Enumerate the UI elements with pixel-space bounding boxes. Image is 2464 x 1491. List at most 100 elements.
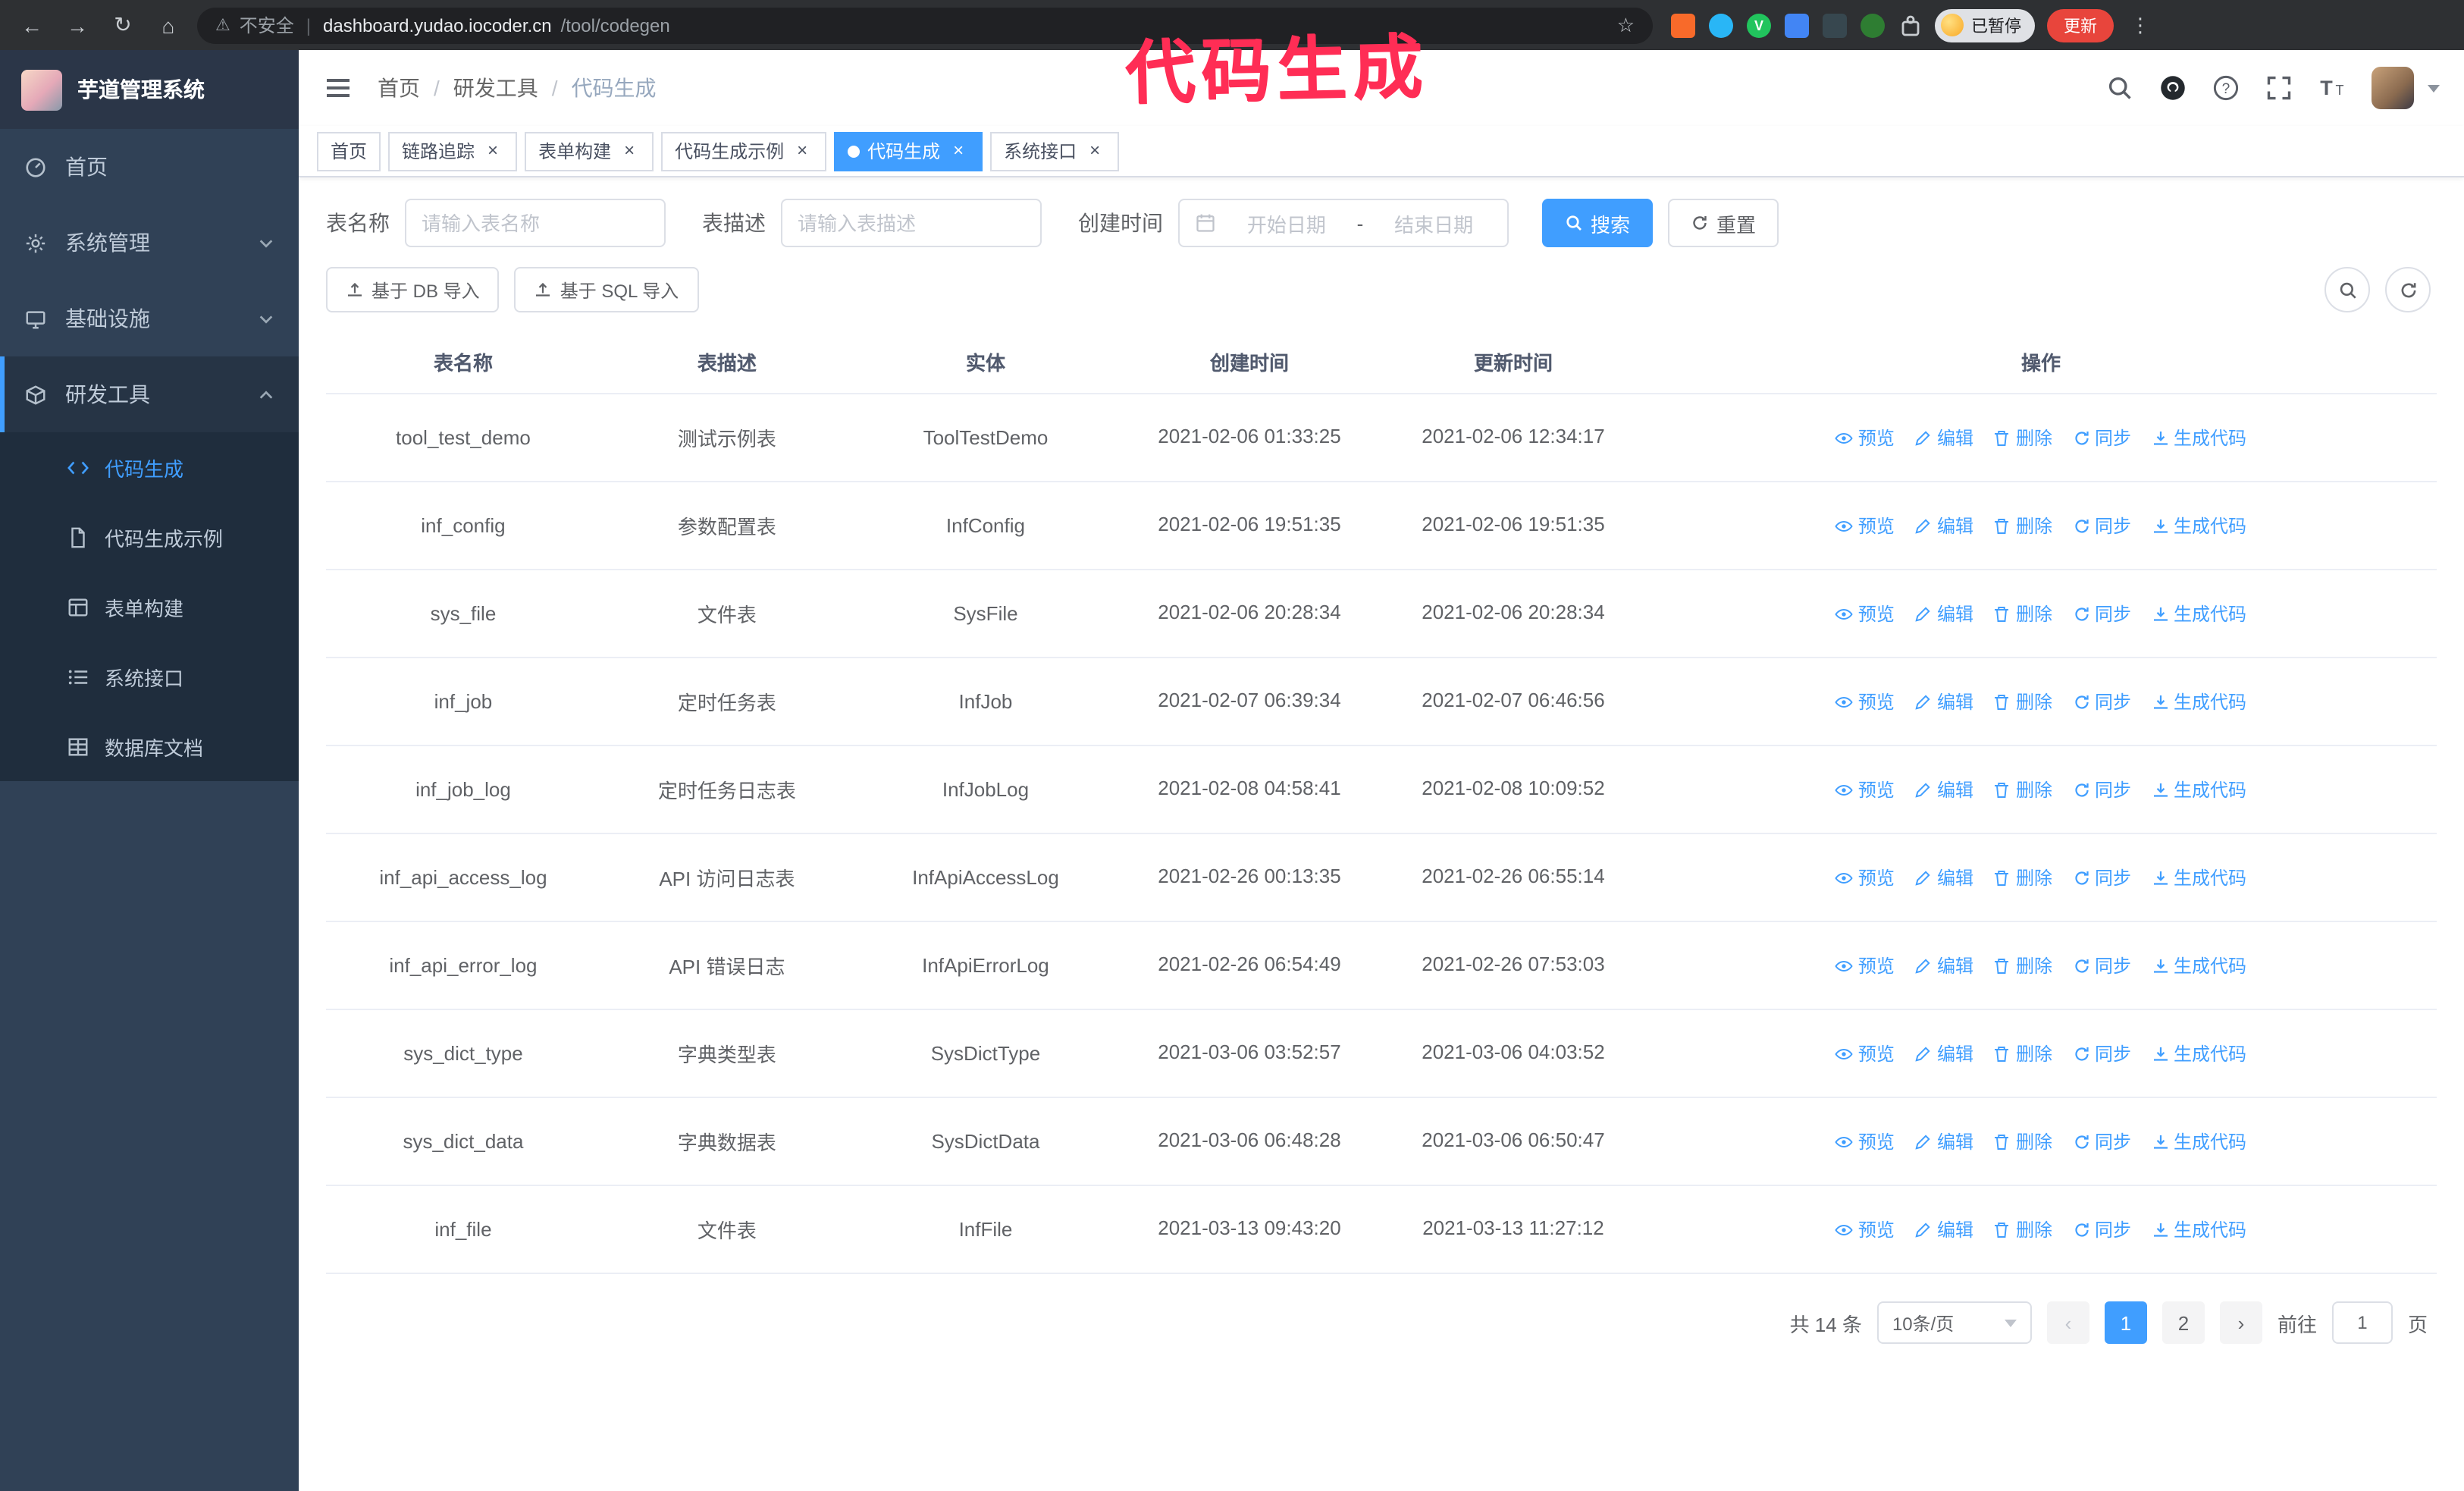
delete-link[interactable]: 删除 bbox=[1993, 865, 2052, 890]
tab-close-icon[interactable]: × bbox=[482, 140, 503, 162]
sync-link[interactable]: 同步 bbox=[2072, 777, 2131, 802]
sidebar-item-infra[interactable]: 基础设施 bbox=[0, 281, 299, 356]
prev-page-button[interactable]: ‹ bbox=[2046, 1301, 2089, 1344]
edit-link[interactable]: 编辑 bbox=[1914, 425, 1973, 450]
extensions-puzzle-icon[interactable] bbox=[1898, 13, 1923, 37]
sync-link[interactable]: 同步 bbox=[2072, 1041, 2131, 1066]
preview-link[interactable]: 预览 bbox=[1835, 689, 1895, 714]
help-icon[interactable]: ? bbox=[2212, 74, 2240, 102]
preview-link[interactable]: 预览 bbox=[1835, 425, 1895, 450]
generate-code-link[interactable]: 生成代码 bbox=[2151, 1216, 2246, 1242]
search-icon[interactable] bbox=[2106, 74, 2133, 102]
browser-menu-icon[interactable]: ⋮ bbox=[2126, 13, 2155, 37]
delete-link[interactable]: 删除 bbox=[1993, 1041, 2052, 1066]
preview-link[interactable]: 预览 bbox=[1835, 777, 1895, 802]
edit-link[interactable]: 编辑 bbox=[1914, 1128, 1973, 1154]
refresh-table-button[interactable] bbox=[2385, 267, 2431, 312]
view-tab[interactable]: 代码生成 × bbox=[834, 131, 983, 171]
generate-code-link[interactable]: 生成代码 bbox=[2151, 601, 2246, 626]
sidebar-item-form-builder[interactable]: 表单构建 bbox=[0, 572, 299, 642]
back-icon[interactable]: ← bbox=[15, 8, 49, 42]
delete-link[interactable]: 删除 bbox=[1993, 777, 2052, 802]
preview-link[interactable]: 预览 bbox=[1835, 513, 1895, 538]
tab-close-icon[interactable]: × bbox=[1084, 140, 1105, 162]
tab-close-icon[interactable]: × bbox=[619, 140, 640, 162]
preview-link[interactable]: 预览 bbox=[1835, 953, 1895, 978]
extension-icon[interactable] bbox=[1823, 13, 1847, 37]
sidebar-item-codegen-example[interactable]: 代码生成示例 bbox=[0, 502, 299, 572]
date-end-placeholder[interactable]: 结束日期 bbox=[1375, 209, 1492, 237]
sidebar-item-devtools[interactable]: 研发工具 bbox=[0, 356, 299, 432]
generate-code-link[interactable]: 生成代码 bbox=[2151, 1128, 2246, 1154]
breadcrumb-home[interactable]: 首页 bbox=[378, 73, 420, 103]
view-tab[interactable]: 表单构建 × bbox=[525, 131, 654, 171]
preview-link[interactable]: 预览 bbox=[1835, 1128, 1895, 1154]
sync-link[interactable]: 同步 bbox=[2072, 689, 2131, 714]
view-tab[interactable]: 首页 bbox=[317, 131, 381, 171]
preview-link[interactable]: 预览 bbox=[1835, 1041, 1895, 1066]
sidebar-item-api[interactable]: 系统接口 bbox=[0, 642, 299, 711]
search-button[interactable]: 搜索 bbox=[1542, 199, 1654, 247]
edit-link[interactable]: 编辑 bbox=[1914, 689, 1973, 714]
sidebar-item-codegen[interactable]: 代码生成 bbox=[0, 432, 299, 502]
generate-code-link[interactable]: 生成代码 bbox=[2151, 1041, 2246, 1066]
generate-code-link[interactable]: 生成代码 bbox=[2151, 689, 2246, 714]
address-bar[interactable]: ⚠ 不安全 | dashboard.yudao.iocoder.cn /tool… bbox=[197, 7, 1653, 43]
view-tab[interactable]: 系统接口 × bbox=[990, 131, 1120, 171]
generate-code-link[interactable]: 生成代码 bbox=[2151, 513, 2246, 538]
fullscreen-icon[interactable] bbox=[2265, 74, 2293, 102]
generate-code-link[interactable]: 生成代码 bbox=[2151, 953, 2246, 978]
security-label[interactable]: 不安全 bbox=[240, 12, 294, 38]
preview-link[interactable]: 预览 bbox=[1835, 865, 1895, 890]
delete-link[interactable]: 删除 bbox=[1993, 1216, 2052, 1242]
view-tab[interactable]: 代码生成示例 × bbox=[661, 131, 827, 171]
delete-link[interactable]: 删除 bbox=[1993, 425, 2052, 450]
github-icon[interactable] bbox=[2159, 74, 2187, 102]
reset-button[interactable]: 重置 bbox=[1668, 199, 1779, 247]
sync-link[interactable]: 同步 bbox=[2072, 1216, 2131, 1242]
delete-link[interactable]: 删除 bbox=[1993, 689, 2052, 714]
bookmark-star-icon[interactable]: ☆ bbox=[1617, 13, 1635, 37]
import-sql-button[interactable]: 基于 SQL 导入 bbox=[514, 267, 699, 312]
sidebar-logo[interactable]: 芋道管理系统 bbox=[0, 50, 299, 129]
sync-link[interactable]: 同步 bbox=[2072, 425, 2131, 450]
delete-link[interactable]: 删除 bbox=[1993, 513, 2052, 538]
sync-link[interactable]: 同步 bbox=[2072, 1128, 2131, 1154]
edit-link[interactable]: 编辑 bbox=[1914, 777, 1973, 802]
table-name-input[interactable] bbox=[405, 199, 666, 247]
tab-close-icon[interactable]: × bbox=[948, 140, 969, 162]
delete-link[interactable]: 删除 bbox=[1993, 953, 2052, 978]
page-size-select[interactable]: 10条/页 bbox=[1876, 1301, 2032, 1344]
edit-link[interactable]: 编辑 bbox=[1914, 865, 1973, 890]
breadcrumb-devtools[interactable]: 研发工具 bbox=[453, 73, 538, 103]
date-start-placeholder[interactable]: 开始日期 bbox=[1228, 209, 1345, 237]
sidebar-item-db-doc[interactable]: 数据库文档 bbox=[0, 711, 299, 781]
view-tab[interactable]: 链路追踪 × bbox=[388, 131, 518, 171]
sync-link[interactable]: 同步 bbox=[2072, 865, 2131, 890]
sync-link[interactable]: 同步 bbox=[2072, 513, 2131, 538]
sync-link[interactable]: 同步 bbox=[2072, 601, 2131, 626]
generate-code-link[interactable]: 生成代码 bbox=[2151, 777, 2246, 802]
edit-link[interactable]: 编辑 bbox=[1914, 1216, 1973, 1242]
extension-icon[interactable] bbox=[1671, 13, 1695, 37]
extension-icon[interactable] bbox=[1709, 13, 1733, 37]
edit-link[interactable]: 编辑 bbox=[1914, 1041, 1973, 1066]
forward-icon[interactable]: → bbox=[61, 8, 94, 42]
delete-link[interactable]: 删除 bbox=[1993, 1128, 2052, 1154]
browser-update-button[interactable]: 更新 bbox=[2047, 8, 2114, 42]
import-db-button[interactable]: 基于 DB 导入 bbox=[326, 267, 500, 312]
delete-link[interactable]: 删除 bbox=[1993, 601, 2052, 626]
extension-icon[interactable]: V bbox=[1747, 13, 1771, 37]
extension-icon[interactable] bbox=[1785, 13, 1809, 37]
user-avatar[interactable] bbox=[2372, 67, 2414, 109]
home-icon[interactable]: ⌂ bbox=[152, 8, 185, 42]
goto-page-input[interactable] bbox=[2331, 1301, 2393, 1344]
generate-code-link[interactable]: 生成代码 bbox=[2151, 865, 2246, 890]
avatar-dropdown-caret-icon[interactable] bbox=[2428, 84, 2440, 92]
tab-close-icon[interactable]: × bbox=[792, 140, 813, 162]
sidebar-item-system[interactable]: 系统管理 bbox=[0, 205, 299, 281]
table-desc-input[interactable] bbox=[781, 199, 1042, 247]
reload-icon[interactable]: ↻ bbox=[106, 8, 140, 42]
preview-link[interactable]: 预览 bbox=[1835, 1216, 1895, 1242]
sync-link[interactable]: 同步 bbox=[2072, 953, 2131, 978]
